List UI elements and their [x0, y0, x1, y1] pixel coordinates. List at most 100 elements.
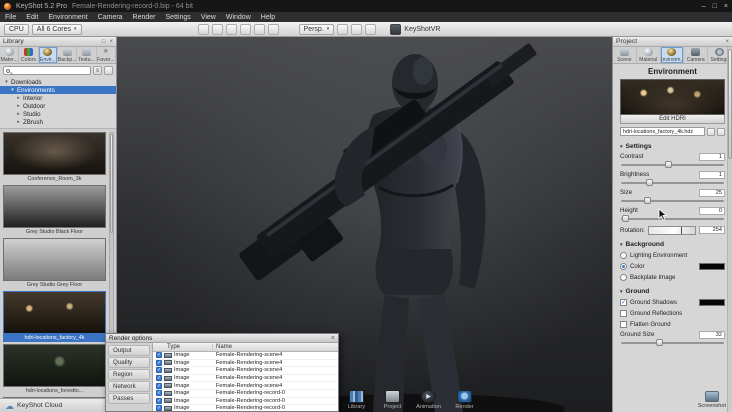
- dock-library-button[interactable]: Library: [343, 390, 370, 410]
- dock-render-button[interactable]: Render: [451, 390, 478, 410]
- toolbar-icon[interactable]: [197, 23, 209, 35]
- cpu-button[interactable]: CPU: [4, 23, 29, 35]
- nav-region[interactable]: Region: [108, 369, 150, 380]
- list-item[interactable]: [3, 397, 106, 398]
- rotation-scrubber-cursor[interactable]: [681, 226, 683, 234]
- close-icon[interactable]: ×: [331, 335, 335, 342]
- toolbar-icon[interactable]: [239, 23, 251, 35]
- nav-network[interactable]: Network: [108, 381, 150, 392]
- tab-camera[interactable]: Camera: [684, 47, 709, 63]
- tab-favorites[interactable]: ★ Favor...: [97, 47, 116, 63]
- slider-track[interactable]: [621, 218, 724, 220]
- cores-dropdown[interactable]: All 6 Cores ▾: [31, 23, 82, 35]
- table-row[interactable]: ✓ Image Female-Rendering-record-0: [153, 397, 338, 406]
- slider-track[interactable]: [621, 200, 724, 202]
- checkbox-checked-icon[interactable]: ✓: [156, 359, 162, 366]
- tab-material[interactable]: Material: [637, 47, 661, 63]
- tab-environment[interactable]: Environm...: [660, 47, 685, 63]
- checkbox-ground-reflections[interactable]: Ground Reflections: [620, 309, 725, 318]
- checkbox-checked-icon[interactable]: ✓: [156, 367, 162, 374]
- contrast-value-field[interactable]: 1: [699, 152, 725, 161]
- menu-edit[interactable]: Edit: [21, 14, 43, 21]
- size-value-field[interactable]: 25: [699, 188, 725, 197]
- tab-colors[interactable]: Colors: [19, 47, 39, 63]
- close-icon[interactable]: ×: [725, 39, 729, 45]
- brightness-value-field[interactable]: 1: [699, 170, 725, 179]
- table-row[interactable]: ✓ Image Female-Rendering-record-0: [153, 390, 338, 398]
- nav-output[interactable]: Output: [108, 345, 150, 356]
- rotation-value-field[interactable]: 254: [699, 226, 725, 234]
- slider-track[interactable]: [621, 182, 724, 184]
- tree-item-downloads[interactable]: ▾ Downloads: [0, 78, 116, 86]
- tree-item-outdoor[interactable]: ▸ Outdoor: [0, 102, 116, 110]
- hdri-file-field[interactable]: hdri-locations_factory_4k.hdz: [620, 127, 705, 136]
- toolbar-icon[interactable]: [365, 23, 377, 35]
- folder-view-icon[interactable]: [104, 65, 113, 75]
- settings-section-header[interactable]: ▾ Settings: [620, 143, 725, 150]
- menu-render[interactable]: Render: [128, 14, 161, 21]
- list-item[interactable]: Grey Studio Black Floor: [3, 185, 106, 236]
- checkbox-checked-icon[interactable]: ✓: [620, 299, 627, 306]
- table-row[interactable]: ✓ Image Female-Rendering-scene4: [153, 352, 338, 360]
- project-scrollbar[interactable]: [727, 47, 732, 412]
- toolbar-icon[interactable]: [351, 23, 363, 35]
- ground-size-value-field[interactable]: 32: [699, 330, 725, 339]
- toolbar-icon[interactable]: [337, 23, 349, 35]
- menu-settings[interactable]: Settings: [161, 14, 196, 21]
- table-row[interactable]: ✓ Image Female-Rendering-record-0: [153, 405, 338, 411]
- checkbox-checked-icon[interactable]: ✓: [156, 352, 162, 359]
- background-color-swatch[interactable]: [699, 263, 725, 270]
- search-input[interactable]: [3, 65, 91, 75]
- menu-environment[interactable]: Environment: [43, 14, 92, 21]
- toolbar-icon[interactable]: [211, 23, 223, 35]
- tab-textures[interactable]: Textu...: [77, 47, 97, 63]
- nav-quality[interactable]: Quality: [108, 357, 150, 368]
- radio-selected-icon[interactable]: [620, 263, 627, 270]
- checkbox-icon[interactable]: [620, 321, 627, 328]
- edit-hdri-button[interactable]: Edit HDRI: [620, 115, 725, 124]
- scrollbar-thumb[interactable]: [110, 134, 113, 234]
- render-options-titlebar[interactable]: Render options ×: [106, 334, 338, 343]
- menu-file[interactable]: File: [0, 14, 21, 21]
- ground-size-slider-thumb[interactable]: [655, 339, 663, 346]
- scrollbar-thumb[interactable]: [728, 49, 732, 159]
- menu-window[interactable]: Window: [221, 14, 256, 21]
- undock-icon[interactable]: □: [102, 39, 106, 45]
- open-folder-icon[interactable]: [707, 127, 715, 136]
- toolbar-icon[interactable]: [225, 23, 237, 35]
- radio-backplate-image[interactable]: Backplate Image: [620, 273, 725, 282]
- shadow-color-swatch[interactable]: [699, 299, 725, 306]
- table-row[interactable]: ✓ Image Female-Rendering-scene4: [153, 359, 338, 368]
- list-item[interactable]: hdri-locations_forestto...: [3, 344, 106, 395]
- list-item[interactable]: Conference_Room_3k: [3, 132, 106, 183]
- checkbox-checked-icon[interactable]: ✓: [156, 397, 162, 404]
- contrast-slider-thumb[interactable]: [665, 161, 673, 168]
- radio-icon[interactable]: [620, 274, 627, 281]
- keyshot-cloud-button[interactable]: ☁ KeyShot Cloud: [0, 398, 116, 412]
- menu-camera[interactable]: Camera: [93, 14, 128, 21]
- tab-materials[interactable]: Mater...: [0, 47, 20, 63]
- checkbox-checked-icon[interactable]: ✓: [156, 405, 162, 411]
- checkbox-checked-icon[interactable]: ✓: [156, 390, 162, 397]
- dock-animation-button[interactable]: ▶ Animation: [415, 390, 442, 410]
- checkbox-ground-shadows[interactable]: ✓ Ground Shadows: [620, 298, 725, 307]
- save-icon[interactable]: [717, 127, 725, 136]
- background-section-header[interactable]: ▾ Background: [620, 241, 725, 248]
- radio-icon[interactable]: [620, 252, 627, 259]
- dock-project-button[interactable]: Project: [379, 390, 406, 410]
- toolbar-icon[interactable]: [267, 23, 279, 35]
- height-slider-thumb[interactable]: [622, 215, 630, 222]
- checkbox-checked-icon[interactable]: ✓: [156, 382, 162, 389]
- checkbox-flatten-ground[interactable]: Flatten Ground: [620, 320, 725, 329]
- minimize-icon[interactable]: –: [702, 3, 706, 10]
- hdri-preview-image[interactable]: [620, 79, 725, 115]
- nav-passes[interactable]: Passes: [108, 393, 150, 404]
- size-slider-thumb[interactable]: [644, 197, 652, 204]
- height-value-field[interactable]: 0: [699, 206, 725, 215]
- checkbox-icon[interactable]: [620, 310, 627, 317]
- tree-item-environments[interactable]: ▾ Environments: [0, 86, 116, 94]
- rotation-scrubber[interactable]: [647, 225, 696, 235]
- tree-item-studio[interactable]: ▸ Studio: [0, 110, 116, 118]
- menu-view[interactable]: View: [196, 14, 221, 21]
- keyshotvr-icon[interactable]: [390, 23, 402, 35]
